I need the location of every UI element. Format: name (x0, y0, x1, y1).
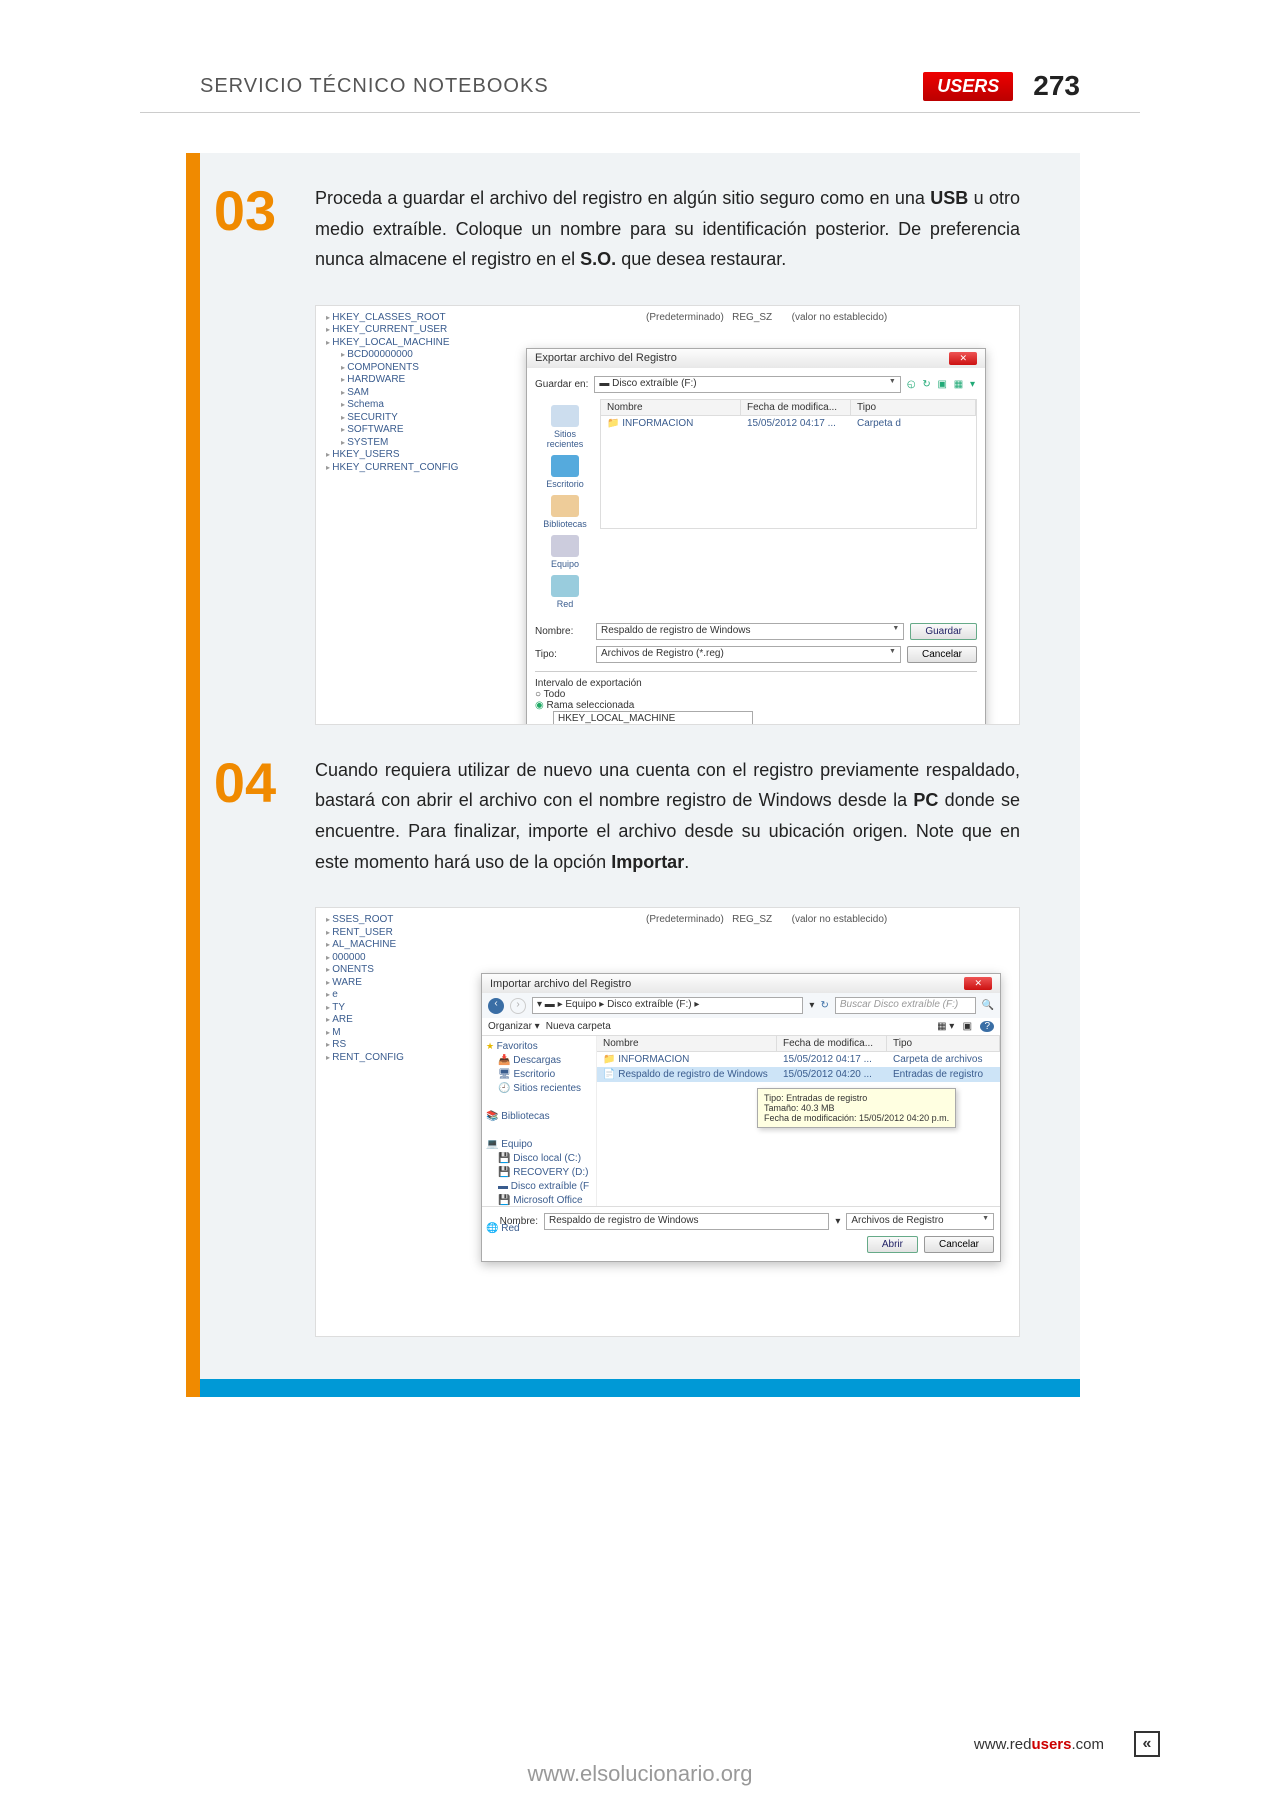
place-desktop[interactable]: Escritorio (535, 455, 595, 489)
organize-menu[interactable]: Organizar ▾ (488, 1021, 540, 1032)
list-item[interactable]: 📁 INFORMACION 15/05/2012 04:17 ... Carpe… (601, 416, 976, 431)
breadcrumb[interactable]: ▾ ▬ ▸ Equipo ▸ Disco extraíble (F:) ▸ (532, 997, 803, 1014)
search-input[interactable]: Buscar Disco extraíble (F:) (835, 997, 976, 1014)
page-header: SERVICIO TÉCNICO NOTEBOOKS USERS 273 (140, 70, 1140, 113)
place-recent[interactable]: Sitios recientes (535, 405, 595, 449)
registry-tree: HKEY_CLASSES_ROOT HKEY_CURRENT_USER HKEY… (326, 312, 458, 475)
filename-input[interactable]: Respaldo de registro de Windows (544, 1213, 829, 1230)
scope-all-radio[interactable]: Todo (535, 689, 977, 700)
brand-badge: USERS (923, 72, 1013, 101)
dialog-title: Importar archivo del Registro (490, 978, 631, 990)
step-number: 03 (200, 183, 290, 275)
branch-input[interactable]: HKEY_LOCAL_MACHINE (553, 711, 753, 725)
page-number: 273 (1033, 70, 1080, 102)
book-section-title: SERVICIO TÉCNICO NOTEBOOKS (200, 75, 549, 98)
back-arrow-icon: « (1134, 1731, 1160, 1757)
export-registry-screenshot: HKEY_CLASSES_ROOT HKEY_CURRENT_USER HKEY… (315, 305, 1020, 725)
step-text: Cuando requiera utilizar de nuevo una cu… (315, 755, 1020, 877)
places-bar: Sitios recientes Escritorio Bibliotecas … (535, 399, 595, 615)
default-value-row: (Predeterminado) REG_SZ (valor no establ… (646, 914, 887, 925)
view-icons[interactable]: ▦ ▾ ▣ ? (937, 1021, 994, 1032)
filetype-combo[interactable]: Archivos de Registro (846, 1213, 994, 1230)
back-nav-icon[interactable]: ‹ (488, 998, 504, 1014)
import-dialog: Importar archivo del Registro ✕ ‹ › ▾ ▬ … (481, 973, 1001, 1262)
place-libraries[interactable]: Bibliotecas (535, 495, 595, 529)
export-scope-group: Intervalo de exportación Todo Rama selec… (535, 671, 977, 725)
file-list[interactable]: Nombre Fecha de modifica... Tipo 📁 INFOR… (600, 399, 977, 529)
refresh-icon[interactable]: ↻ (820, 1000, 828, 1011)
save-in-label: Guardar en: (535, 379, 588, 390)
step-03: 03 Proceda a guardar el archivo del regi… (200, 183, 1020, 275)
filename-input[interactable]: Respaldo de registro de Windows (596, 623, 904, 640)
close-icon[interactable]: ✕ (964, 977, 992, 990)
footer-url: www.redusers.com (974, 1736, 1104, 1753)
blue-accent-bar (200, 1379, 1080, 1397)
close-icon[interactable]: ✕ (949, 352, 977, 365)
import-registry-screenshot: SSES_ROOT RENT_USER AL_MACHINE 000000 ON… (315, 907, 1020, 1337)
step-text: Proceda a guardar el archivo del registr… (315, 183, 1020, 275)
cancel-button[interactable]: Cancelar (924, 1236, 994, 1253)
cancel-button[interactable]: Cancelar (907, 646, 977, 663)
search-icon[interactable]: 🔍 (982, 1000, 994, 1011)
export-dialog: Exportar archivo del Registro ✕ Guardar … (526, 348, 986, 725)
filetype-combo[interactable]: Archivos de Registro (*.reg) (596, 646, 901, 663)
list-item-selected[interactable]: 📄 Respaldo de registro de Windows 15/05/… (597, 1067, 1000, 1082)
nav-tree: Favoritos 📥 Descargas 🖥 Escritorio 🕘 Sit… (482, 1036, 597, 1206)
place-network[interactable]: Red (535, 575, 595, 609)
step-04: 04 Cuando requiera utilizar de nuevo una… (200, 755, 1020, 877)
step-number: 04 (200, 755, 290, 877)
open-button[interactable]: Abrir (867, 1236, 918, 1253)
watermark: www.elsolucionario.org (0, 1761, 1280, 1787)
scope-selected-radio[interactable]: Rama seleccionada (535, 700, 977, 711)
save-button[interactable]: Guardar (910, 623, 977, 640)
place-computer[interactable]: Equipo (535, 535, 595, 569)
new-folder-button[interactable]: Nueva carpeta (546, 1021, 611, 1032)
forward-nav-icon[interactable]: › (510, 998, 526, 1014)
toolbar-icons[interactable]: ◵ ↻ ▣ ▦ ▾ (907, 379, 977, 390)
list-item[interactable]: 📁 INFORMACION 15/05/2012 04:17 ... Carpe… (597, 1052, 1000, 1067)
orange-accent-bar (186, 153, 200, 1397)
file-tooltip: Tipo: Entradas de registro Tamaño: 40.3 … (757, 1088, 956, 1128)
page-footer: www.redusers.com « (0, 1731, 1280, 1757)
registry-tree: SSES_ROOT RENT_USER AL_MACHINE 000000 ON… (326, 914, 404, 1064)
save-in-combo[interactable]: ▬ Disco extraíble (F:) (594, 376, 900, 393)
default-value-row: (Predeterminado) REG_SZ (valor no establ… (646, 312, 887, 323)
dialog-title: Exportar archivo del Registro (535, 352, 677, 364)
